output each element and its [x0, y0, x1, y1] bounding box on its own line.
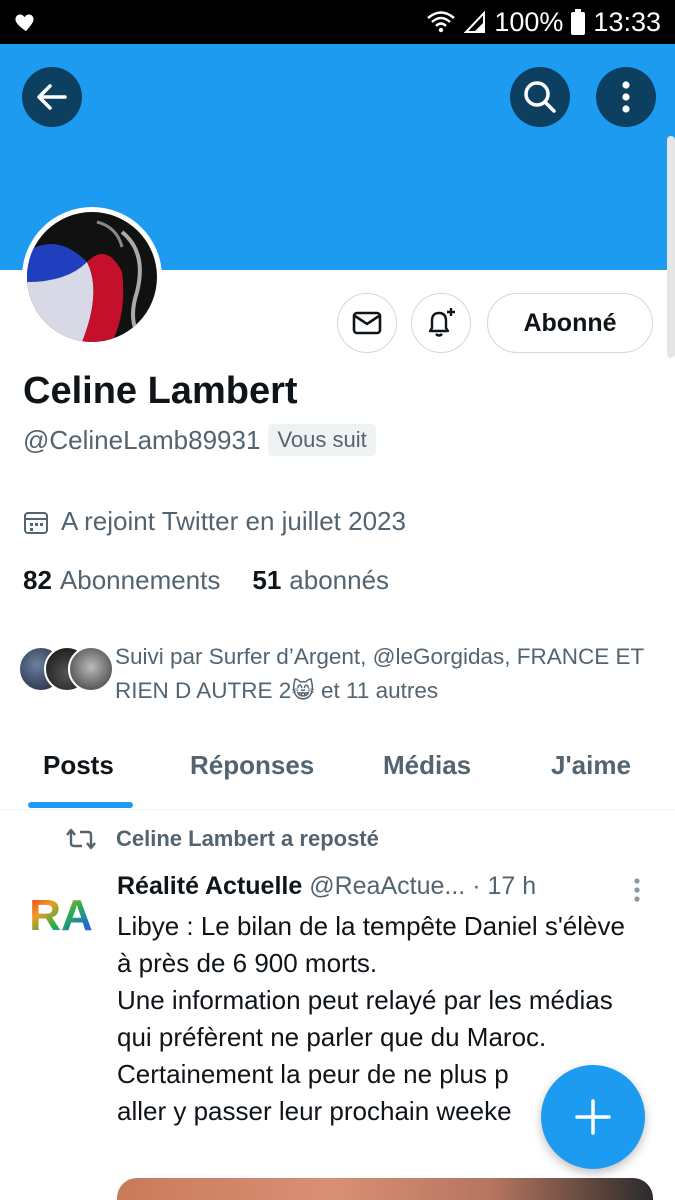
more-options-button[interactable] — [596, 67, 656, 127]
wifi-icon — [427, 11, 456, 33]
arrow-left-icon — [37, 84, 67, 110]
followed-by-avatars — [18, 646, 114, 694]
profile-handle: @CelineLamb89931 — [23, 424, 261, 455]
ra-logo-icon: RA — [25, 878, 97, 950]
svg-text:RA: RA — [29, 891, 93, 940]
status-bar-right: 100% 13:33 — [426, 0, 661, 44]
heart-icon — [15, 14, 34, 31]
post-header: Réalité Actuelle @ReaActue... · 17 h — [117, 872, 617, 901]
followed-by-text: Suivi par Surfer d’Argent, @leGorgidas, … — [115, 644, 644, 703]
more-vertical-icon — [622, 81, 630, 113]
search-icon — [524, 81, 556, 113]
message-button[interactable] — [337, 293, 397, 353]
post-author-handle[interactable]: @ReaActue... — [309, 872, 465, 900]
handle-row: @CelineLamb89931 Vous suit — [23, 424, 376, 456]
profile-tabs: Posts Réponses Médias J'aime — [0, 730, 675, 810]
followers-label: abonnés — [289, 565, 390, 595]
following-label: Abonnements — [59, 565, 221, 595]
back-button[interactable] — [22, 67, 82, 127]
active-tab-indicator — [28, 802, 133, 808]
post-author-name[interactable]: Réalité Actuelle — [117, 872, 302, 900]
search-button[interactable] — [510, 67, 570, 127]
avatar-image — [27, 212, 157, 342]
repost-label: Celine Lambert a reposté — [116, 826, 379, 851]
post-media-image[interactable] — [117, 1178, 653, 1200]
notifications-button[interactable] — [411, 293, 471, 353]
repost-context: Celine Lambert a reposté — [66, 826, 379, 852]
bell-plus-icon — [428, 308, 455, 337]
calendar-icon — [24, 511, 48, 534]
followers-link[interactable]: 51 abonnés — [252, 565, 389, 596]
following-button[interactable]: Abonné — [487, 293, 653, 353]
tab-likes[interactable]: J'aime — [551, 750, 631, 781]
tab-media[interactable]: Médias — [383, 750, 471, 781]
status-bar: 100% 13:33 — [0, 0, 675, 44]
compose-button[interactable] — [541, 1065, 645, 1169]
battery-percent: 100% — [494, 6, 564, 37]
clock: 13:33 — [593, 6, 661, 37]
post-timestamp[interactable]: · 17 h — [472, 872, 536, 900]
profile-name: Celine Lambert — [23, 370, 298, 412]
following-link[interactable]: 82 Abonnements — [23, 565, 220, 596]
followers-count: 51 — [252, 565, 282, 595]
mini-avatar — [68, 646, 114, 692]
plus-icon — [575, 1099, 611, 1135]
repost-icon — [66, 828, 96, 850]
signal-icon — [464, 10, 486, 33]
profile-avatar[interactable] — [22, 207, 162, 347]
following-count: 82 — [23, 565, 52, 595]
joined-row: A rejoint Twitter en juillet 2023 — [23, 506, 406, 537]
tab-replies[interactable]: Réponses — [190, 750, 314, 781]
post-more-icon[interactable] — [626, 876, 648, 906]
follow-counts: 82 Abonnements 51 abonnés — [23, 565, 389, 596]
envelope-icon — [352, 311, 382, 335]
joined-date: A rejoint Twitter en juillet 2023 — [61, 506, 406, 536]
tab-posts[interactable]: Posts — [43, 750, 114, 781]
battery-icon — [571, 9, 586, 35]
post-author-avatar[interactable]: RA — [25, 878, 97, 950]
scrollbar[interactable] — [667, 136, 675, 358]
follows-you-badge: Vous suit — [268, 424, 376, 456]
